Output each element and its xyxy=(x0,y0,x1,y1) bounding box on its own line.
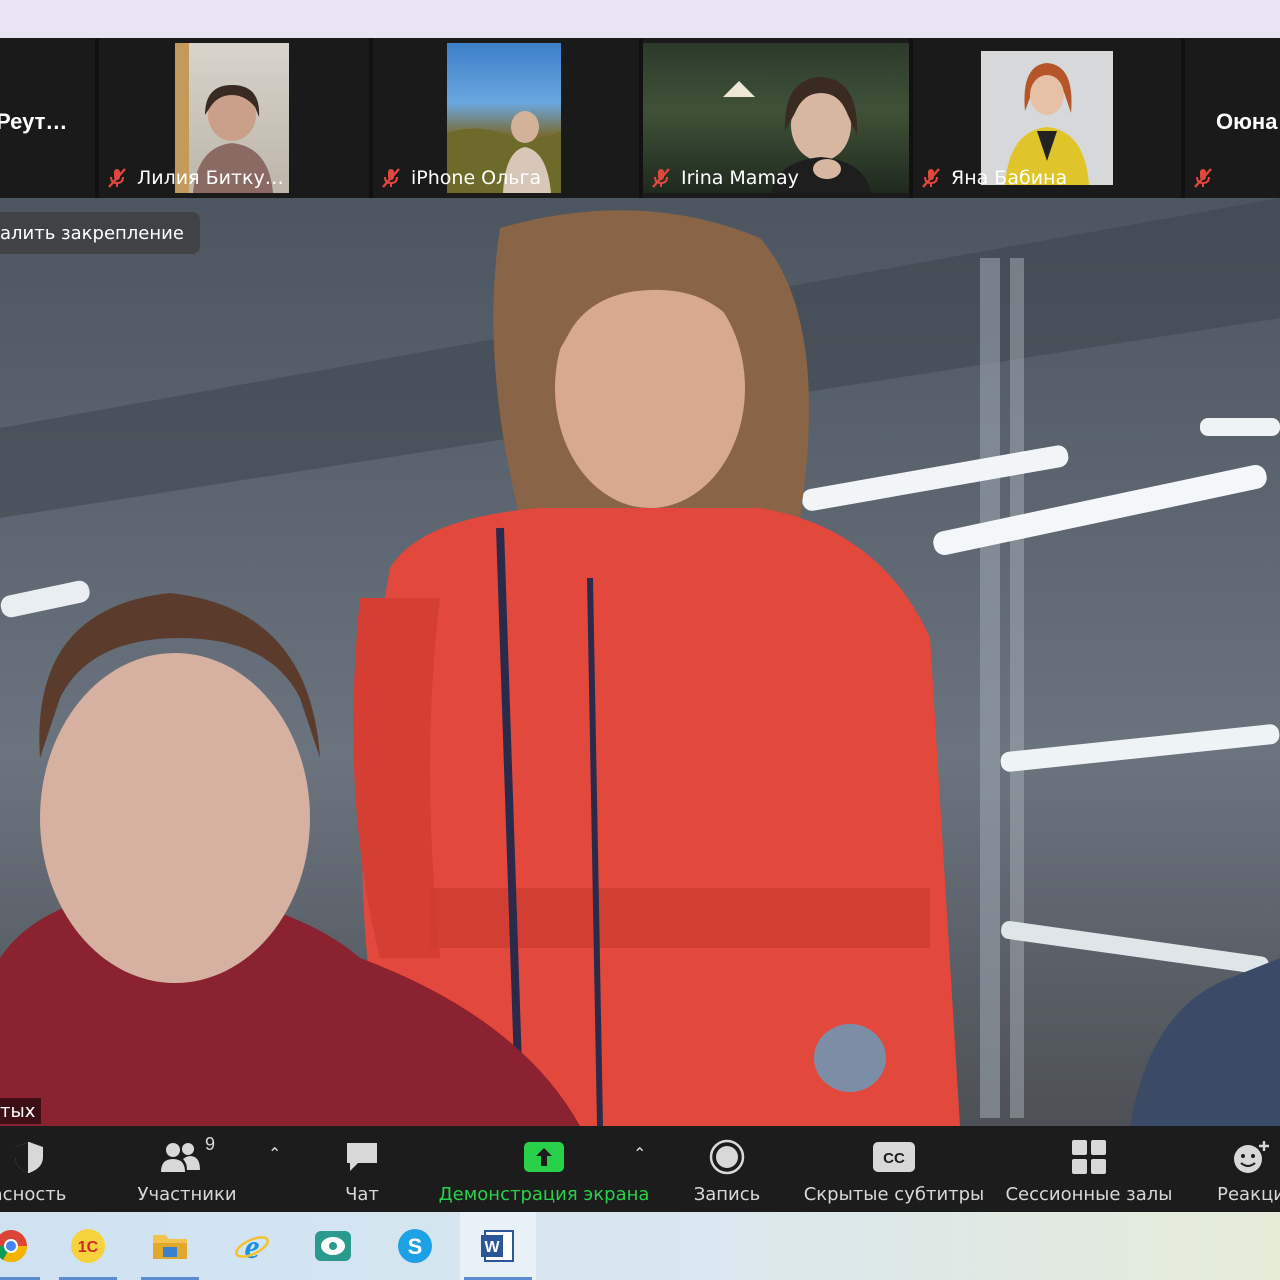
share-chevron-up-icon[interactable]: ⌃ xyxy=(633,1144,646,1164)
share-screen-label: Демонстрация экрана xyxy=(438,1184,650,1205)
taskbar-chrome[interactable] xyxy=(0,1212,44,1280)
reactions-label: Реакци xyxy=(1217,1184,1280,1205)
participant-tile-irina[interactable]: Irina Mamay xyxy=(643,43,909,193)
taskbar-internet-explorer[interactable]: e xyxy=(219,1212,285,1280)
closed-captions-label: Скрытые субтитры xyxy=(803,1184,985,1205)
unpin-button[interactable]: алить закрепление xyxy=(0,212,200,254)
participant-name: Лилия Битку… xyxy=(137,167,284,189)
participant-name: Оюна xyxy=(1216,109,1278,134)
record-button[interactable]: Запись xyxy=(684,1126,770,1212)
participant-label: Яна Бабина xyxy=(913,163,1073,193)
breakout-rooms-icon xyxy=(1072,1140,1106,1174)
participant-tile-reut[interactable]: Реут… xyxy=(0,43,95,193)
messenger-icon xyxy=(315,1231,351,1261)
speaker-name-label: тых xyxy=(0,1098,42,1124)
1c-icon: 1С xyxy=(71,1229,105,1263)
muted-mic-icon xyxy=(108,168,126,188)
closed-captions-button[interactable]: CC Скрытые субтитры xyxy=(804,1126,984,1212)
meeting-toolbar: асность 9 Участники ⌃ Чат xyxy=(0,1126,1280,1212)
taskbar-skype[interactable]: S xyxy=(382,1212,448,1280)
svg-text:CC: CC xyxy=(883,1150,905,1167)
muted-mic-icon xyxy=(652,168,670,188)
chat-label: Чат xyxy=(345,1184,379,1205)
speaker-name: тых xyxy=(0,1100,36,1122)
participants-label: Участники xyxy=(137,1184,237,1205)
active-speaker-video: алить закрепление тых xyxy=(0,198,1280,1126)
windows-taskbar: 1С e S W xyxy=(0,1212,1280,1280)
taskbar-1c[interactable]: 1С xyxy=(55,1212,121,1280)
taskbar-word[interactable]: W xyxy=(460,1212,536,1280)
unpin-label: алить закрепление xyxy=(0,222,184,244)
security-button[interactable]: асность xyxy=(0,1126,74,1212)
participant-tile-olga[interactable]: iPhone Ольга xyxy=(373,43,639,193)
participant-tile-yana[interactable]: Яна Бабина xyxy=(913,43,1181,193)
share-screen-button[interactable]: Демонстрация экрана xyxy=(438,1126,650,1212)
speaker-video-frame xyxy=(0,198,1280,1126)
svg-text:1С: 1С xyxy=(78,1239,99,1256)
muted-mic-icon xyxy=(1194,168,1212,188)
reactions-icon xyxy=(1234,1141,1269,1173)
participant-label: iPhone Ольга xyxy=(373,163,547,193)
participants-count: 9 xyxy=(204,1134,215,1154)
svg-text:S: S xyxy=(408,1234,423,1259)
internet-explorer-icon: e xyxy=(235,1229,269,1265)
taskbar-messenger[interactable] xyxy=(300,1212,366,1280)
closed-captions-icon: CC xyxy=(873,1142,915,1172)
skype-icon: S xyxy=(398,1229,432,1263)
participant-name: iPhone Ольга xyxy=(411,167,542,189)
participant-strip: Реут… Лилия Битку… iPhone Ольга Irina Ma… xyxy=(0,38,1280,198)
participant-label xyxy=(1185,163,1221,193)
word-icon: W xyxy=(481,1230,514,1262)
breakout-rooms-button[interactable]: Сессионные залы xyxy=(1000,1126,1178,1212)
taskbar-file-explorer[interactable] xyxy=(137,1212,203,1280)
svg-text:e: e xyxy=(244,1229,259,1265)
participant-name: Irina Mamay xyxy=(681,167,799,189)
participant-tile-liliya[interactable]: Лилия Битку… xyxy=(99,43,369,193)
chat-icon xyxy=(347,1143,377,1171)
participant-label: Irina Mamay xyxy=(643,163,805,193)
participants-button[interactable]: 9 Участники xyxy=(132,1126,242,1212)
security-label: асность xyxy=(0,1184,67,1205)
share-screen-icon xyxy=(524,1142,564,1172)
record-icon xyxy=(709,1139,745,1175)
muted-mic-icon xyxy=(922,168,940,188)
reactions-button[interactable]: Реакци xyxy=(1206,1126,1280,1212)
chrome-icon xyxy=(0,1230,28,1263)
participant-label: Лилия Битку… xyxy=(99,163,290,193)
participant-name: Реут… xyxy=(0,109,68,134)
chat-button[interactable]: Чат xyxy=(322,1126,402,1212)
shield-icon xyxy=(15,1142,43,1173)
window-top-border xyxy=(0,0,1280,38)
participants-icon xyxy=(160,1143,200,1172)
file-explorer-icon xyxy=(153,1235,187,1259)
participants-chevron-up-icon[interactable]: ⌃ xyxy=(268,1144,281,1164)
record-label: Запись xyxy=(693,1184,761,1205)
svg-text:W: W xyxy=(484,1239,500,1256)
participant-name: Яна Бабина xyxy=(951,167,1068,189)
participant-tile-oyuna[interactable]: Оюна xyxy=(1185,43,1280,193)
muted-mic-icon xyxy=(382,168,400,188)
breakout-rooms-label: Сессионные залы xyxy=(1005,1184,1173,1205)
